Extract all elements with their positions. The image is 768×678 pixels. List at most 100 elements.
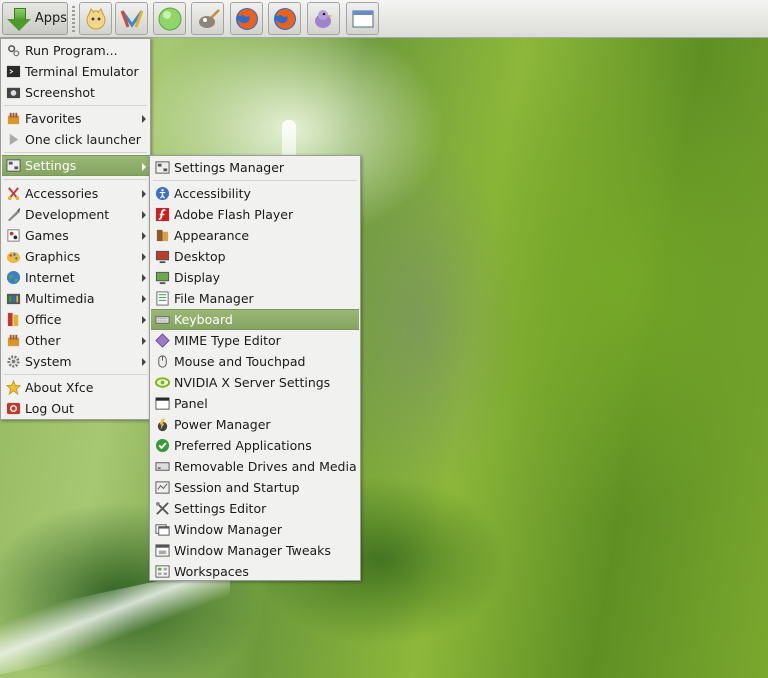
menu-separator <box>4 179 147 180</box>
menu-separator <box>4 152 147 153</box>
menu-item-games[interactable]: Games <box>2 225 149 246</box>
multimedia-icon <box>5 291 21 307</box>
pidgin-icon <box>314 9 333 28</box>
menu-item-label: One click launcher <box>25 132 141 147</box>
menu-item-log-out[interactable]: Log Out <box>2 398 149 419</box>
menu-item-accessories[interactable]: Accessories <box>2 183 149 204</box>
menu-item-graphics[interactable]: Graphics <box>2 246 149 267</box>
menu-item-label: Screenshot <box>25 85 95 100</box>
launcher-cat[interactable] <box>79 2 112 35</box>
menu-item-label: Internet <box>25 270 75 285</box>
window-manager-icon <box>154 522 170 538</box>
check-icon <box>154 438 170 454</box>
menu-item-system[interactable]: System <box>2 351 149 372</box>
menu-item-label: Multimedia <box>25 291 95 306</box>
submenu-arrow-icon <box>142 274 146 282</box>
launcher-window[interactable] <box>346 2 379 35</box>
menu-item-display[interactable]: Display <box>151 267 359 288</box>
favorites-icon <box>5 111 21 127</box>
accessibility-icon <box>154 186 170 202</box>
menu-item-label: Settings Manager <box>174 160 285 175</box>
menu-item-panel[interactable]: Panel <box>151 393 359 414</box>
menu-item-settings[interactable]: Settings <box>2 155 149 176</box>
menu-item-label: Settings Editor <box>174 501 267 516</box>
menu-item-label: Preferred Applications <box>174 438 312 453</box>
menu-item-internet[interactable]: Internet <box>2 267 149 288</box>
menu-item-label: Session and Startup <box>174 480 300 495</box>
submenu-arrow-icon <box>142 190 146 198</box>
menu-item-run-program[interactable]: Run Program... <box>2 40 149 61</box>
menu-item-screenshot[interactable]: Screenshot <box>2 82 149 103</box>
menu-item-favorites[interactable]: Favorites <box>2 108 149 129</box>
submenu-arrow-icon <box>142 163 146 171</box>
menu-item-window-manager-tweaks[interactable]: Window Manager Tweaks <box>151 540 359 561</box>
menu-item-label: Workspaces <box>174 564 249 579</box>
office-icon <box>5 312 21 328</box>
menu-item-label: Graphics <box>25 249 81 264</box>
menu-item-adobe-flash-player[interactable]: Adobe Flash Player <box>151 204 359 225</box>
menu-separator <box>153 180 357 181</box>
menu-item-settings-editor[interactable]: Settings Editor <box>151 498 359 519</box>
menu-item-window-manager[interactable]: Window Manager <box>151 519 359 540</box>
apps-menu-button[interactable]: Apps <box>2 2 68 35</box>
menu-item-label: Accessibility <box>174 186 251 201</box>
tools-icon <box>154 501 170 517</box>
menu-item-about-xfce[interactable]: About Xfce <box>2 377 149 398</box>
menu-item-appearance[interactable]: Appearance <box>151 225 359 246</box>
menu-item-preferred-applications[interactable]: Preferred Applications <box>151 435 359 456</box>
menu-item-label: Terminal Emulator <box>25 64 139 79</box>
play-icon <box>5 132 21 148</box>
screenshot-icon <box>5 85 21 101</box>
launcher-green[interactable] <box>153 2 186 35</box>
submenu-arrow-icon <box>142 115 146 123</box>
submenu-arrow-icon <box>142 295 146 303</box>
menu-item-label: Favorites <box>25 111 82 126</box>
submenu-arrow-icon <box>142 337 146 345</box>
graphics-icon <box>5 249 21 265</box>
launcher-mail[interactable] <box>115 2 148 35</box>
launcher-firefox-2[interactable] <box>268 2 301 35</box>
development-icon <box>5 207 21 223</box>
accessories-icon <box>5 186 21 202</box>
menu-item-session-and-startup[interactable]: Session and Startup <box>151 477 359 498</box>
menu-item-label: MIME Type Editor <box>174 333 281 348</box>
workspaces-icon <box>154 564 170 580</box>
menu-item-development[interactable]: Development <box>2 204 149 225</box>
launcher-gimp[interactable] <box>191 2 224 35</box>
menu-item-desktop[interactable]: Desktop <box>151 246 359 267</box>
menu-item-office[interactable]: Office <box>2 309 149 330</box>
window-tweaks-icon <box>154 543 170 559</box>
firefox-icon <box>235 7 258 30</box>
appearance-icon <box>154 228 170 244</box>
menu-item-label: Power Manager <box>174 417 271 432</box>
menu-item-label: Keyboard <box>174 312 233 327</box>
mouse-icon <box>154 354 170 370</box>
menu-item-accessibility[interactable]: Accessibility <box>151 183 359 204</box>
games-icon <box>5 228 21 244</box>
apps-menu: Run Program... Terminal Emulator Screens… <box>0 38 151 420</box>
menu-item-label: System <box>25 354 72 369</box>
panel-handle[interactable] <box>72 6 75 32</box>
green-circle-icon <box>158 7 181 30</box>
menu-item-mime-type-editor[interactable]: MIME Type Editor <box>151 330 359 351</box>
menu-item-label: NVIDIA X Server Settings <box>174 375 331 390</box>
menu-item-label: Window Manager Tweaks <box>174 543 331 558</box>
menu-item-terminal[interactable]: Terminal Emulator <box>2 61 149 82</box>
menu-item-keyboard[interactable]: Keyboard <box>151 309 359 330</box>
menu-item-removable-drives[interactable]: Removable Drives and Media <box>151 456 359 477</box>
menu-item-file-manager[interactable]: File Manager <box>151 288 359 309</box>
terminal-icon <box>5 64 21 80</box>
menu-item-nvidia-settings[interactable]: NVIDIA X Server Settings <box>151 372 359 393</box>
menu-item-workspaces[interactable]: Workspaces <box>151 561 359 582</box>
launcher-pidgin[interactable] <box>307 2 340 35</box>
menu-item-multimedia[interactable]: Multimedia <box>2 288 149 309</box>
menu-item-power-manager[interactable]: Power Manager <box>151 414 359 435</box>
session-icon <box>154 480 170 496</box>
menu-item-mouse-and-touchpad[interactable]: Mouse and Touchpad <box>151 351 359 372</box>
menu-item-one-click-launcher[interactable]: One click launcher <box>2 129 149 150</box>
menu-item-other[interactable]: Other <box>2 330 149 351</box>
menu-item-label: Log Out <box>25 401 74 416</box>
menu-item-settings-manager[interactable]: Settings Manager <box>151 157 359 178</box>
launcher-firefox-1[interactable] <box>230 2 263 35</box>
submenu-arrow-icon <box>142 358 146 366</box>
